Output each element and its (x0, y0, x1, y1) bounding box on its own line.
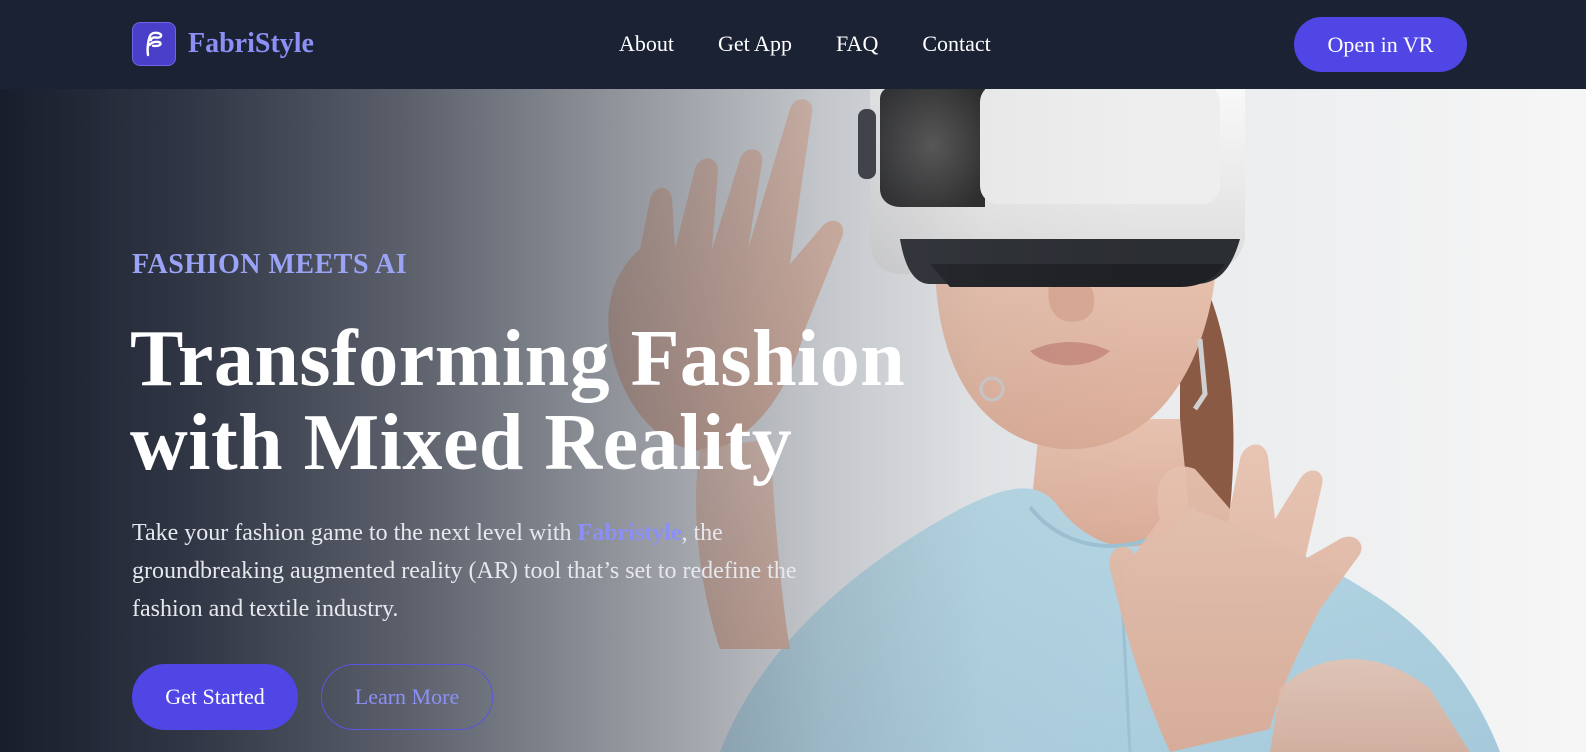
hero-headline-line-1: Transforming Fashion (130, 315, 906, 403)
hero-intro-brand-link[interactable]: Fabristyle (578, 520, 682, 546)
get-started-button[interactable]: Get Started (132, 664, 298, 730)
main-nav: About Get App FAQ Contact (619, 30, 991, 58)
top-navbar: FabriStyle About Get App FAQ Contact Ope… (0, 0, 1586, 89)
nav-link-get-app[interactable]: Get App (718, 30, 792, 58)
nav-link-faq[interactable]: FAQ (836, 30, 878, 58)
landing-page: FabriStyle About Get App FAQ Contact Ope… (0, 0, 1586, 752)
learn-more-button[interactable]: Learn More (321, 664, 493, 730)
brand-logo-glyph (146, 31, 163, 57)
hero-intro-before: Take your fashion game to the next level… (132, 520, 578, 546)
hero-intro-text: Take your fashion game to the next level… (132, 514, 852, 628)
hero-eyebrow: FASHION MEETS AI (132, 249, 408, 280)
hero-headline-line-2: with Mixed Reality (130, 399, 793, 487)
brand-home-link[interactable]: FabriStyle (132, 22, 314, 66)
nav-link-contact[interactable]: Contact (922, 30, 990, 58)
open-in-vr-button[interactable]: Open in VR (1294, 17, 1467, 72)
hero-section: FASHION MEETS AI Transforming Fashion wi… (0, 89, 1586, 752)
nav-link-about[interactable]: About (619, 30, 674, 58)
fabric-f-icon (132, 22, 176, 66)
hero-headline: Transforming Fashion with Mixed Reality (130, 317, 1030, 485)
brand-name: FabriStyle (188, 28, 314, 59)
